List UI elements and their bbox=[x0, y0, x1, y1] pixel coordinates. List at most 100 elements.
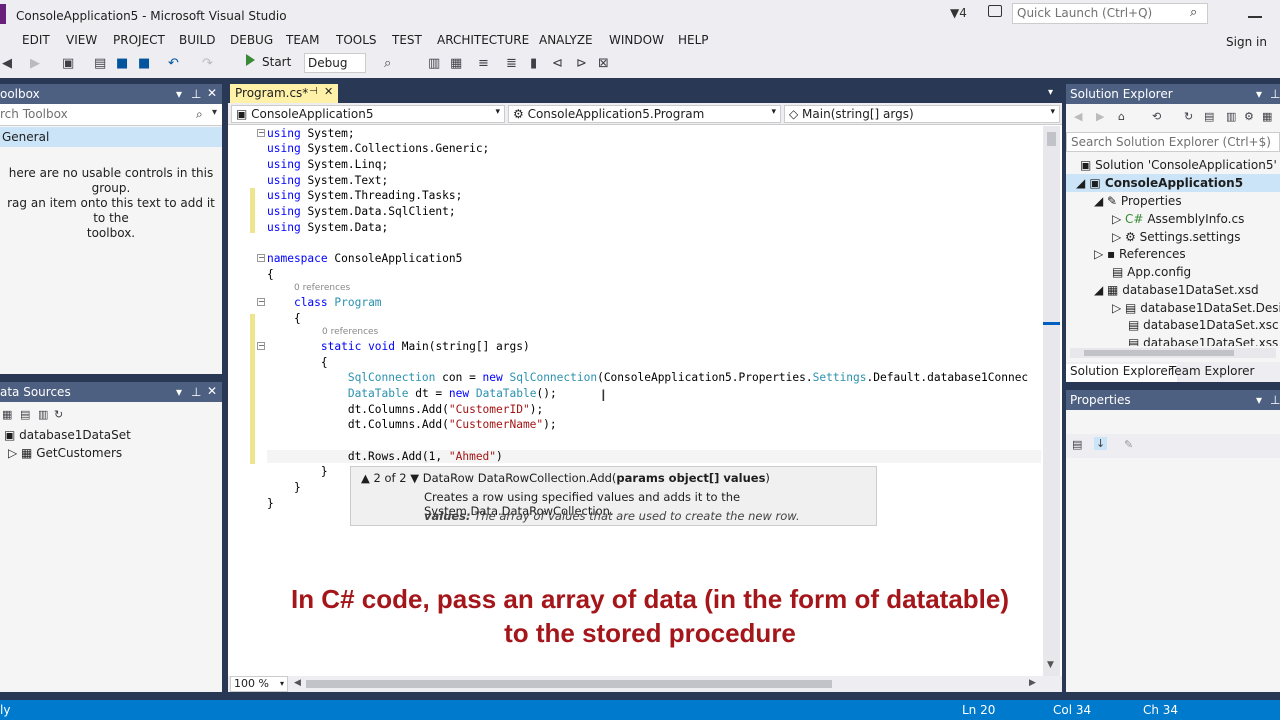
add-data-source-icon[interactable]: ▦ bbox=[2, 408, 12, 421]
refresh-icon[interactable]: ↻ bbox=[1184, 110, 1193, 123]
bookmark-icon[interactable]: ▮ bbox=[530, 56, 537, 71]
tree-item-appconfig[interactable]: ▤ App.config bbox=[1112, 265, 1191, 279]
close-icon[interactable]: ✕ bbox=[207, 384, 217, 398]
class-dropdown[interactable]: ⚙ ConsoleApplication5.Program ▾ bbox=[508, 105, 781, 123]
back-icon[interactable]: ◀ bbox=[1074, 110, 1082, 123]
collapse-toggle[interactable]: − bbox=[257, 298, 265, 306]
solution-search-input[interactable]: Search Solution Explorer (Ctrl+$) bbox=[1066, 132, 1280, 152]
bookmark-prev-icon[interactable]: ⊲ bbox=[552, 56, 563, 71]
scroll-thumb[interactable] bbox=[1047, 132, 1056, 146]
tree-item-dataset[interactable]: ▣ database1DataSet bbox=[4, 428, 131, 442]
menu-analyze[interactable]: ANALYZE bbox=[539, 33, 593, 47]
codelens-references[interactable]: 0 references bbox=[322, 327, 378, 337]
menu-architecture[interactable]: ARCHITECTURE bbox=[437, 33, 529, 47]
collapse-toggle[interactable]: − bbox=[257, 129, 265, 137]
menu-project[interactable]: PROJECT bbox=[113, 33, 165, 47]
menu-test[interactable]: TEST bbox=[392, 33, 422, 47]
search-icon[interactable]: ⌕ bbox=[1190, 5, 1197, 20]
quick-launch-input[interactable]: Quick Launch (Ctrl+Q) bbox=[1012, 3, 1208, 24]
horizontal-scrollbar[interactable] bbox=[1070, 348, 1276, 358]
zoom-select[interactable]: 100 % ▾ bbox=[230, 676, 288, 692]
menu-view[interactable]: VIEW bbox=[66, 33, 97, 47]
collapse-toggle[interactable]: − bbox=[257, 342, 265, 350]
scroll-thumb[interactable] bbox=[306, 680, 832, 688]
open-file-icon[interactable]: ▤ bbox=[94, 56, 106, 71]
start-debug-icon[interactable] bbox=[246, 54, 255, 66]
tree-item-getcustomers[interactable]: ▷ ▦ GetCustomers bbox=[8, 446, 122, 460]
scroll-left-icon[interactable]: ◀ bbox=[294, 678, 301, 688]
menu-tools[interactable]: TOOLS bbox=[336, 33, 377, 47]
close-icon[interactable]: ✕ bbox=[324, 85, 333, 98]
categorized-icon[interactable]: ▤ bbox=[1072, 438, 1082, 451]
toolbox-search-input[interactable]: rch Toolbox bbox=[0, 104, 222, 126]
scroll-right-icon[interactable]: ▶ bbox=[1029, 678, 1036, 688]
menu-team[interactable]: TEAM bbox=[286, 33, 319, 47]
toolbox-group-general[interactable]: General bbox=[0, 127, 222, 147]
pin-icon[interactable]: ⊥ bbox=[1270, 87, 1280, 101]
bookmark-clear-icon[interactable]: ⊠ bbox=[598, 56, 609, 71]
pin-icon[interactable]: ⊥ bbox=[1270, 393, 1280, 407]
dropdown-icon[interactable]: ▾ bbox=[1256, 393, 1262, 407]
tree-item-dataset-xsd[interactable]: ◢ ▦ database1DataSet.xsd bbox=[1094, 283, 1259, 297]
forward-icon[interactable]: ▶ bbox=[1096, 110, 1104, 123]
dropdown-icon[interactable]: ▾ bbox=[176, 385, 182, 399]
next-overload-icon[interactable]: ▼ bbox=[410, 471, 419, 485]
search-icon[interactable]: ⌕ bbox=[196, 107, 203, 122]
close-icon[interactable]: ✕ bbox=[207, 86, 217, 100]
uncomment-icon[interactable]: ≣ bbox=[506, 56, 517, 71]
property-pages-icon[interactable]: ✎ bbox=[1124, 438, 1133, 451]
device-icon[interactable]: ▥ bbox=[428, 56, 440, 71]
bookmark-next-icon[interactable]: ⊳ bbox=[576, 56, 587, 71]
tree-item-project[interactable]: ◢ ▣ ConsoleApplication5 bbox=[1076, 176, 1243, 190]
member-dropdown[interactable]: ◇ Main(string[] args) ▾ bbox=[784, 105, 1060, 123]
comment-icon[interactable]: ≡ bbox=[478, 56, 489, 71]
configure-icon[interactable]: ▥ bbox=[38, 408, 48, 421]
sign-in-link[interactable]: Sign in bbox=[1226, 35, 1267, 49]
tree-item-solution[interactable]: ▣ Solution 'ConsoleApplication5' (1 p bbox=[1080, 158, 1280, 172]
refresh-icon[interactable]: ↻ bbox=[54, 408, 63, 421]
pin-icon[interactable]: ⊥ bbox=[191, 385, 201, 399]
tree-item-dataset-xss[interactable]: ▤ database1DataSet.xss bbox=[1128, 336, 1278, 346]
project-dropdown[interactable]: ▣ ConsoleApplication5 ▾ bbox=[231, 105, 505, 123]
save-icon[interactable]: ■ bbox=[116, 56, 128, 71]
vertical-scrollbar[interactable]: ▼ bbox=[1043, 126, 1060, 676]
tree-item-assemblyinfo[interactable]: ▷ C# AssemblyInfo.cs bbox=[1112, 212, 1244, 226]
menu-window[interactable]: WINDOW bbox=[609, 33, 664, 47]
sync-icon[interactable]: ⟲ bbox=[1152, 110, 1161, 123]
menu-build[interactable]: BUILD bbox=[179, 33, 215, 47]
undo-icon[interactable]: ↶ bbox=[168, 56, 179, 71]
scroll-thumb[interactable] bbox=[1084, 350, 1234, 356]
tree-item-references[interactable]: ▷ ▪ References bbox=[1094, 247, 1186, 261]
tab-program-cs[interactable]: Program.cs* ⊣ ✕ bbox=[230, 84, 338, 103]
dropdown-icon[interactable]: ▾ bbox=[1256, 87, 1262, 101]
tree-item-dataset-xsc[interactable]: ▤ database1DataSet.xsc bbox=[1128, 318, 1279, 332]
back-icon[interactable]: ◀ bbox=[2, 56, 12, 71]
forward-icon[interactable]: ▶ bbox=[30, 56, 40, 71]
find-icon[interactable]: ⌕ bbox=[384, 56, 391, 71]
tree-item-dataset-designer[interactable]: ▷ ▤ database1DataSet.Design bbox=[1112, 301, 1280, 315]
minimize-button[interactable] bbox=[1248, 16, 1262, 18]
menu-help[interactable]: HELP bbox=[678, 33, 709, 47]
menu-debug[interactable]: DEBUG bbox=[230, 33, 273, 47]
horizontal-scrollbar[interactable]: ◀ ▶ bbox=[228, 676, 1062, 692]
pin-icon[interactable]: ⊥ bbox=[191, 87, 201, 101]
dropdown-icon[interactable]: ▾ bbox=[176, 87, 182, 101]
properties-icon[interactable]: ⚙ bbox=[1244, 110, 1254, 123]
feedback-icon[interactable] bbox=[988, 5, 1002, 17]
menu-edit[interactable]: EDIT bbox=[22, 33, 50, 47]
start-button[interactable]: Start bbox=[262, 55, 291, 69]
preview-icon[interactable]: ▦ bbox=[1262, 110, 1272, 123]
edit-dataset-icon[interactable]: ▤ bbox=[20, 408, 30, 421]
new-project-icon[interactable]: ▣ bbox=[62, 56, 74, 71]
codelens-references[interactable]: 0 references bbox=[294, 283, 350, 293]
save-all-icon[interactable]: ■ bbox=[138, 56, 150, 71]
redo-icon[interactable]: ↷ bbox=[202, 56, 213, 71]
home-icon[interactable]: ⌂ bbox=[1118, 110, 1125, 123]
collapse-all-icon[interactable]: ▤ bbox=[1204, 110, 1214, 123]
tree-item-settings[interactable]: ▷ ⚙ Settings.settings bbox=[1112, 230, 1241, 244]
collapse-toggle[interactable]: − bbox=[257, 254, 265, 262]
dropdown-icon[interactable]: ▾ bbox=[1048, 87, 1053, 98]
dropdown-icon[interactable]: ▾ bbox=[212, 107, 217, 118]
notifications-flag[interactable]: ▼4 bbox=[950, 6, 967, 20]
tree-item-properties[interactable]: ◢ ✎ Properties bbox=[1094, 194, 1182, 208]
